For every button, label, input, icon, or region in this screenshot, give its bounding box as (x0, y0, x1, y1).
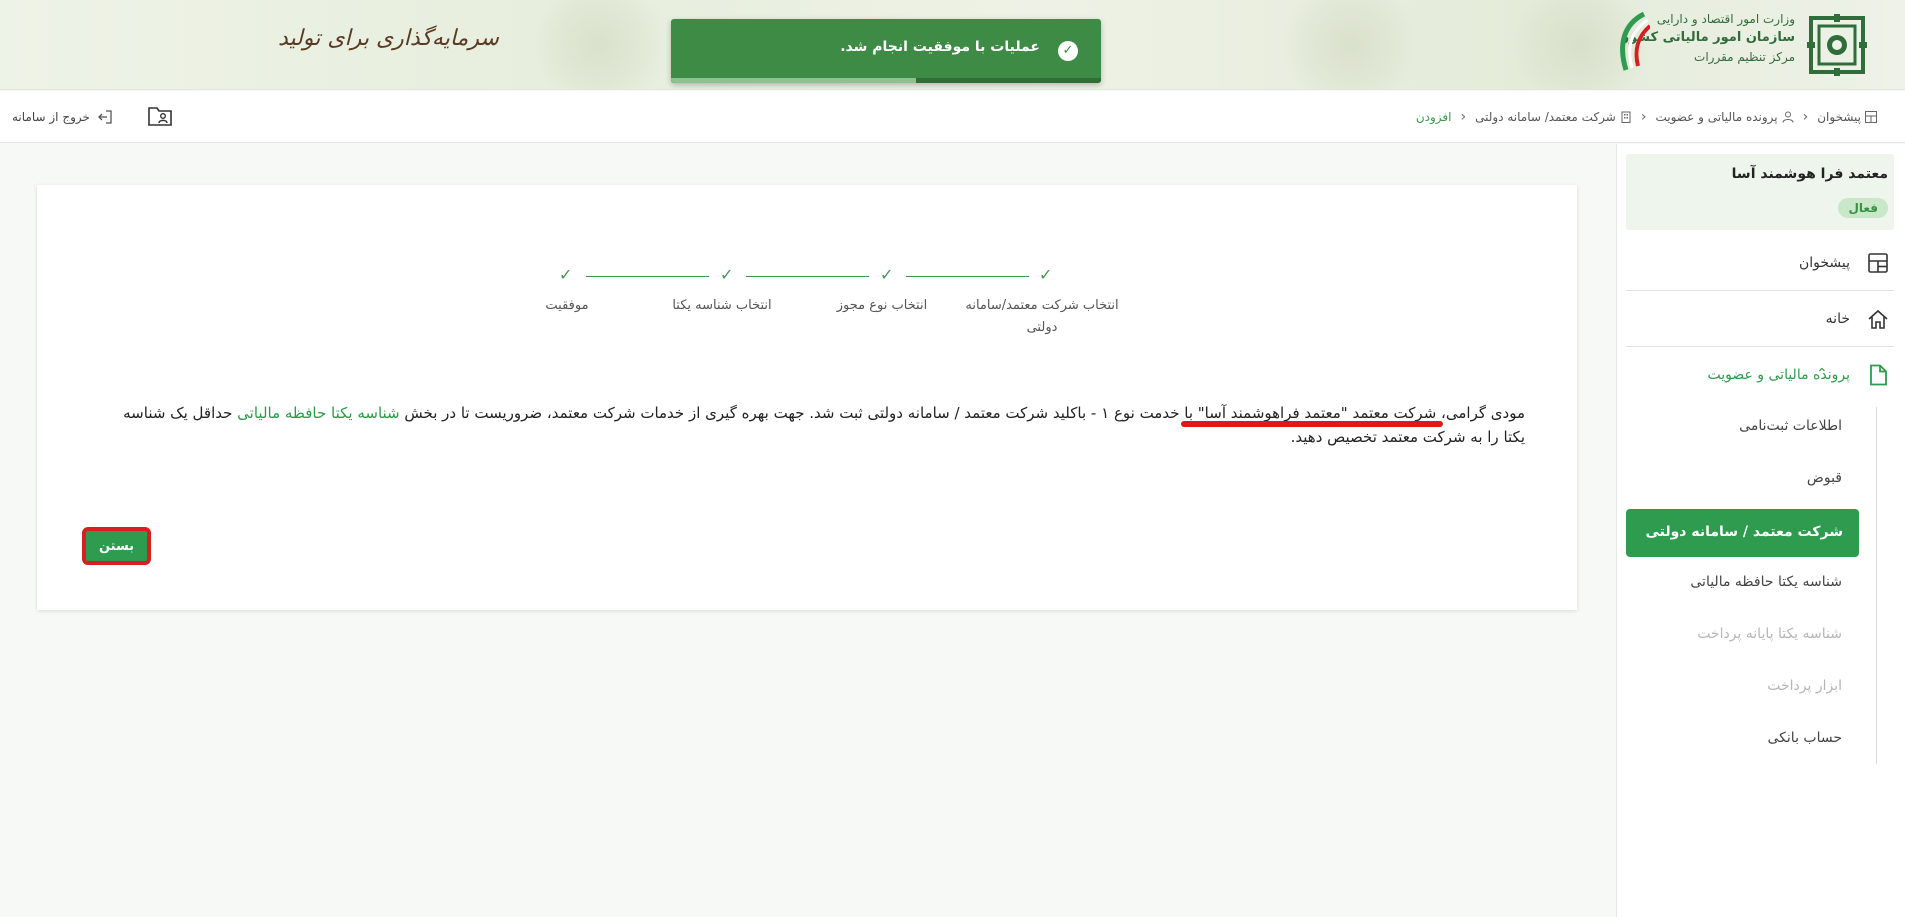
submenu-item-fiscal-memory-id[interactable]: شناسه یکتا حافظه مالیاتی (1690, 574, 1842, 590)
logout-label: خروج از سامانه (12, 110, 90, 124)
step-check-icon: ✓ (559, 265, 573, 284)
submenu-item-bills[interactable]: قبوض (1807, 470, 1842, 486)
toast-progress-track (671, 78, 1101, 83)
profile-card: معتمد فرا هوشمند آسا فعال (1626, 154, 1894, 230)
step-check-icon: ✓ (880, 265, 894, 284)
home-icon (1868, 309, 1888, 329)
building-icon (1621, 111, 1631, 123)
sidebar-item-label: خانه (1825, 311, 1850, 327)
breadcrumb-item-trusted-company[interactable]: شرکت معتمد/ سامانه دولتی (1475, 110, 1632, 124)
banner-ornament (520, 0, 680, 89)
breadcrumb-label: افزودن (1415, 110, 1452, 124)
sidebar-item-dashboard[interactable]: پیشخوان (1626, 240, 1894, 286)
step-check-icon: ✓ (1039, 265, 1053, 284)
fiscal-memory-id-link[interactable]: شناسه یکتا حافظه مالیاتی (237, 404, 399, 422)
profile-name: معتمد فرا هوشمند آسا (1731, 166, 1888, 182)
submenu-item-label: شرکت معتمد / سامانه دولتی (1645, 524, 1843, 540)
step-label: انتخاب شناسه یکتا (672, 298, 772, 313)
logout-button[interactable]: خروج از سامانه (12, 91, 112, 143)
sidebar-item-label: پرونده مالیاتی و عضویت (1707, 367, 1850, 383)
breadcrumb-label: شرکت معتمد/ سامانه دولتی (1475, 110, 1616, 124)
breadcrumb: پیشخوان ‹ پرونده مالیاتی و عضویت ‹ شرکت … (1416, 91, 1877, 143)
submenu-item-bank-account[interactable]: حساب بانکی (1768, 730, 1843, 746)
folder-user-icon[interactable] (148, 105, 172, 127)
submenu-item-registration-info[interactable]: اطلاعات ثبت‌نامی (1739, 418, 1842, 434)
breadcrumb-item-dashboard[interactable]: پیشخوان (1817, 110, 1877, 124)
message-text: با خدمت نوع ۱ - باکلید شرکت معتمد / ساما… (399, 404, 1198, 422)
toast-progress-fill (671, 78, 917, 83)
message-text: مودی گرامی، (1436, 404, 1525, 422)
step-label: انتخاب نوع مجوز (836, 298, 928, 313)
breadcrumb-label: پیشخوان (1817, 110, 1861, 124)
step-connector (906, 276, 1029, 277)
toast-message: عملیات با موفقیت انجام شد. (840, 39, 1040, 55)
sidebar: معتمد فرا هوشمند آسا فعال پیشخوان خانه پ… (1616, 144, 1905, 917)
dashboard-icon (1865, 111, 1877, 123)
breadcrumb-label: پرونده مالیاتی و عضویت (1655, 110, 1778, 124)
sidebar-item-label: پیشخوان (1798, 255, 1850, 271)
top-bar: پیشخوان ‹ پرونده مالیاتی و عضویت ‹ شرکت … (0, 91, 1905, 143)
step-connector (586, 276, 709, 277)
step-label: انتخاب شرکت معتمد/سامانه دولتی (965, 298, 1119, 335)
submenu-rail (1876, 407, 1877, 764)
flag-swoosh-icon (1620, 11, 1650, 71)
dashboard-icon (1868, 253, 1888, 273)
slogan-calligraphy: سرمایه‌گذاری برای تولید (278, 26, 500, 51)
step-label: موفقیت (545, 298, 589, 313)
divider (1626, 290, 1894, 291)
success-toast[interactable]: ✓ عملیات با موفقیت انجام شد. (671, 19, 1101, 83)
annotation-underline (1181, 421, 1443, 427)
result-card: ✓ انتخاب شرکت معتمد/سامانه دولتی ✓ انتخا… (37, 185, 1577, 610)
divider (1626, 346, 1894, 347)
stepper: ✓ انتخاب شرکت معتمد/سامانه دولتی ✓ انتخا… (37, 185, 1577, 345)
logout-icon (97, 110, 112, 124)
submenu-item-payment-terminal-id: شناسه یکتا پایانه پرداخت (1697, 626, 1842, 642)
company-name: شرکت معتمد "معتمد فراهوشمند آسا" (1197, 404, 1437, 422)
step-connector (746, 276, 869, 277)
close-button[interactable]: بستن (82, 527, 151, 565)
document-icon (1870, 364, 1887, 386)
chevron-left-icon: ‹ (1802, 109, 1809, 125)
submenu-item-trusted-company[interactable]: شرکت معتمد / سامانه دولتی (1626, 509, 1859, 557)
chevron-up-icon[interactable]: ⌃ (1816, 366, 1828, 382)
submenu-item-payment-tools: ابزار پرداخت (1767, 678, 1842, 694)
banner-ornament (1270, 0, 1430, 89)
chevron-left-icon: ‹ (1460, 109, 1467, 125)
chevron-left-icon: ‹ (1640, 109, 1647, 125)
sidebar-item-tax-file[interactable]: پرونده مالیاتی و عضویت ⌃ (1626, 352, 1894, 398)
sidebar-item-home[interactable]: خانه (1626, 296, 1894, 342)
tax-organization-emblem-icon (1807, 14, 1867, 76)
step-check-icon: ✓ (720, 265, 734, 284)
status-badge: فعال (1838, 198, 1888, 218)
check-circle-icon: ✓ (1058, 41, 1078, 61)
breadcrumb-item-add: افزودن (1416, 110, 1452, 124)
header-banner: وزارت امور اقتصاد و دارایی سازمان امور م… (0, 0, 1905, 90)
breadcrumb-item-tax-file[interactable]: پرونده مالیاتی و عضویت (1655, 110, 1794, 124)
user-icon (1782, 111, 1794, 123)
